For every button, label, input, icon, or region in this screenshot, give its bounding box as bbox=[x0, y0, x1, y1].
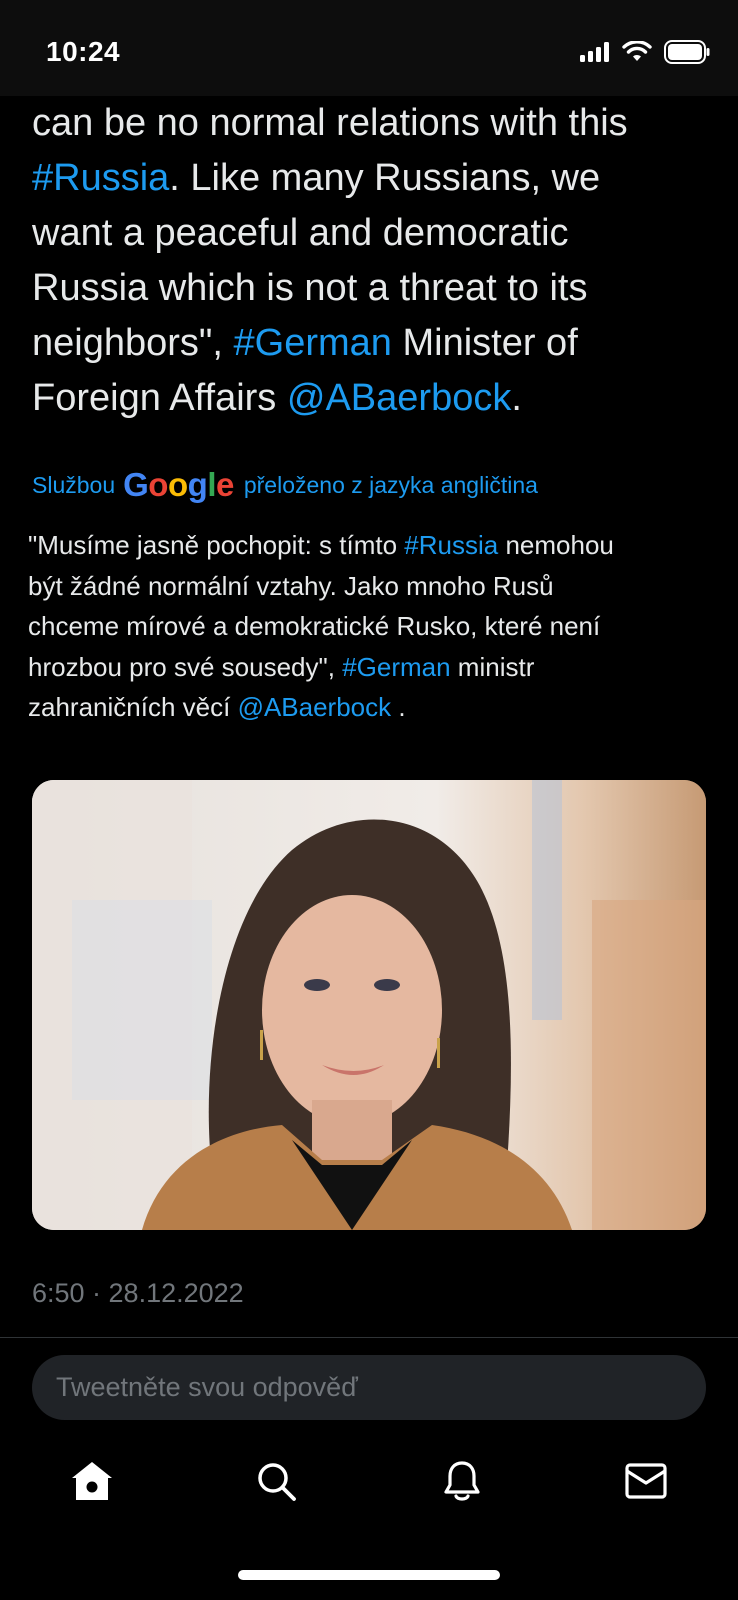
google-logo: Google bbox=[123, 466, 234, 503]
translation-line: být žádné normální vztahy. Jako mnoho Ru… bbox=[28, 570, 554, 601]
home-indicator[interactable] bbox=[238, 1570, 500, 1580]
tab-notifications[interactable] bbox=[434, 1455, 490, 1511]
tab-home[interactable] bbox=[64, 1455, 120, 1511]
hashtag-link[interactable]: #Russia bbox=[404, 530, 498, 560]
divider bbox=[0, 1337, 738, 1338]
portrait-illustration bbox=[32, 780, 706, 1230]
mention-link[interactable]: @ABaerbock bbox=[287, 377, 511, 419]
mention-link[interactable]: @ABaerbock bbox=[238, 692, 392, 722]
cellular-signal-icon bbox=[580, 42, 610, 67]
tweet-photo[interactable] bbox=[32, 780, 706, 1230]
wifi-icon bbox=[622, 40, 652, 68]
status-time: 10:24 bbox=[46, 36, 121, 67]
tweet-timestamp: 6:50 · 28.12.2022 bbox=[32, 1278, 244, 1308]
status-icons bbox=[580, 40, 710, 69]
tweet-line: neighbors", #German Minister of bbox=[32, 322, 578, 364]
reply-placeholder: Tweetněte svou odpověď bbox=[56, 1372, 358, 1402]
mail-icon bbox=[624, 1462, 668, 1505]
hashtag-link[interactable]: #Russia bbox=[32, 157, 169, 199]
bell-icon bbox=[442, 1459, 482, 1508]
translated-by-google[interactable]: Službou Google přeloženo z jazyka anglič… bbox=[32, 466, 538, 504]
search-icon bbox=[255, 1460, 297, 1507]
translation-suffix: přeloženo z jazyka angličtina bbox=[243, 471, 538, 498]
bottom-tab-bar bbox=[0, 1455, 738, 1535]
translation-line: "Musíme jasně pochopit: s tímto #Russia … bbox=[28, 530, 614, 560]
tab-messages[interactable] bbox=[618, 1455, 674, 1511]
hashtag-link[interactable]: #German bbox=[234, 322, 392, 364]
translated-text: "Musíme jasně pochopit: s tímto #Russia … bbox=[28, 525, 728, 728]
tweet-line: #Russia. Like many Russians, we bbox=[32, 157, 601, 199]
tweet-detail-screen: 10:24 can be no normal relations with th… bbox=[0, 0, 738, 1600]
tweet-text: can be no normal relations with this #Ru… bbox=[32, 96, 722, 426]
translation-line: zahraničních věcí @ABaerbock . bbox=[28, 692, 406, 722]
home-icon bbox=[70, 1460, 114, 1507]
tab-search[interactable] bbox=[248, 1455, 304, 1511]
translation-line: chceme mírové a demokratické Rusko, kter… bbox=[28, 611, 601, 641]
battery-icon bbox=[664, 40, 710, 69]
tweet-line: can be no normal relations with this bbox=[32, 102, 628, 144]
tweet-line: want a peaceful and democratic bbox=[32, 212, 569, 254]
translation-prefix: Službou bbox=[32, 471, 116, 498]
reply-input[interactable]: Tweetněte svou odpověď bbox=[32, 1355, 706, 1420]
hashtag-link[interactable]: #German bbox=[342, 652, 450, 682]
status-bar: 10:24 bbox=[0, 0, 738, 96]
tweet-line: Foreign Affairs @ABaerbock. bbox=[32, 377, 522, 419]
tweet-line: Russia which is not a threat to its bbox=[32, 267, 588, 309]
translation-line: hrozbou pro své sousedy", #German minist… bbox=[28, 651, 535, 682]
